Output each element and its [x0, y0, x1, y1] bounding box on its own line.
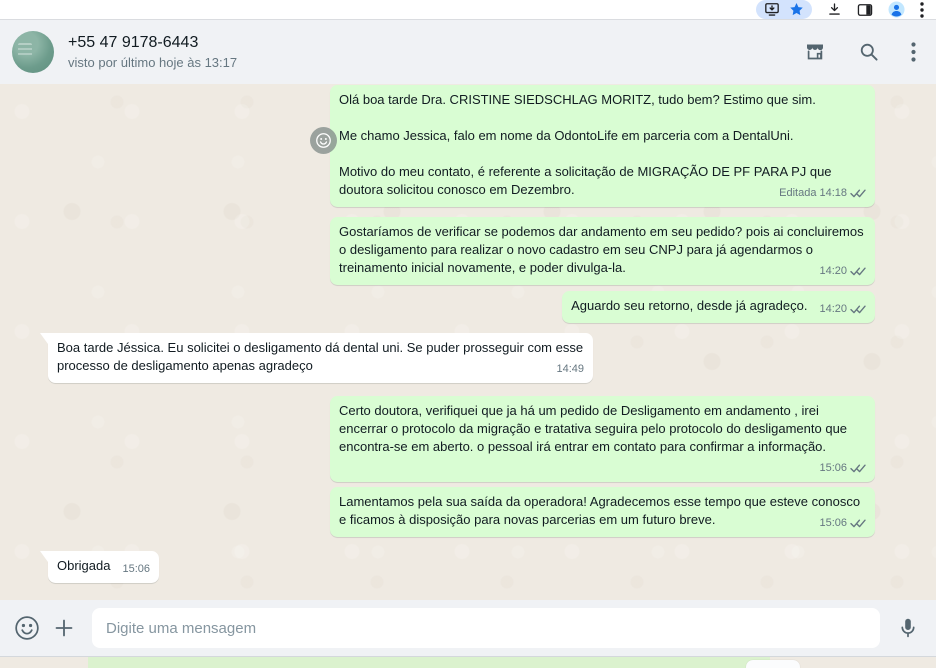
- contact-info[interactable]: +55 47 9178-6443 visto por último hoje à…: [68, 34, 803, 70]
- contact-avatar[interactable]: [12, 31, 54, 73]
- message-text: Certo doutora, verifiquei que ja há um p…: [339, 403, 848, 454]
- message-time: 15:06: [819, 462, 847, 474]
- message-text: Boa tarde Jéssica. Eu solicitei o deslig…: [57, 340, 584, 373]
- search-icon[interactable]: [857, 40, 881, 64]
- outgoing-message-bubble[interactable]: Lamentamos pela sua saída da operadora! …: [330, 487, 875, 537]
- header-actions: [803, 40, 916, 64]
- delivered-ticks-icon: [850, 189, 866, 198]
- message-meta: Editada 14:18: [779, 188, 866, 199]
- outgoing-message-bubble[interactable]: Olá boa tarde Dra. CRISTINE SIEDSCHLAG M…: [330, 85, 875, 207]
- message-meta: 15:06: [819, 463, 866, 474]
- storefront-icon[interactable]: [803, 40, 827, 64]
- message-row: Aguardo seu retorno, desde já agradeço. …: [0, 291, 936, 323]
- chat-header: +55 47 9178-6443 visto por último hoje à…: [0, 20, 936, 84]
- message-text: Motivo do meu contato, é referente a sol…: [339, 164, 832, 197]
- message-meta: 14:20: [819, 304, 866, 315]
- message-meta: 14:20: [819, 266, 866, 277]
- whatsapp-web-window: +55 47 9178-6443 visto por último hoje à…: [0, 0, 936, 668]
- bottom-partial-element: [746, 660, 800, 668]
- react-emoji-button[interactable]: [310, 127, 337, 154]
- message-text: Obrigada: [57, 558, 111, 573]
- message-time: 15:06: [819, 517, 847, 529]
- bottom-partial-bubble: [88, 657, 770, 668]
- last-seen-status: visto por último hoje às 13:17: [68, 55, 238, 70]
- message-row: Gostaríamos de verificar se podemos dar …: [0, 217, 936, 285]
- message-text: Gostaríamos de verificar se podemos dar …: [339, 224, 864, 275]
- kebab-menu-icon[interactable]: [911, 42, 916, 62]
- message-text: Olá boa tarde Dra. CRISTINE SIEDSCHLAG M…: [339, 92, 816, 107]
- message-list[interactable]: Olá boa tarde Dra. CRISTINE SIEDSCHLAG M…: [0, 84, 936, 600]
- incoming-message-bubble[interactable]: Obrigada 15:06: [40, 551, 160, 583]
- bubble-tail: [40, 551, 48, 562]
- browser-profile-icon[interactable]: [888, 1, 905, 18]
- outgoing-message-bubble[interactable]: Gostaríamos de verificar se podemos dar …: [330, 217, 875, 285]
- browser-toolbar: [0, 0, 936, 20]
- browser-menu-icon[interactable]: [920, 1, 924, 18]
- message-time: 14:49: [556, 363, 584, 375]
- message-meta: 15:06: [122, 564, 150, 575]
- edited-label: Editada: [779, 187, 817, 199]
- emoji-icon[interactable]: [14, 615, 40, 641]
- message-row: Certo doutora, verifiquei que ja há um p…: [0, 396, 936, 482]
- message-row: Lamentamos pela sua saída da operadora! …: [0, 487, 936, 537]
- message-text: Me chamo Jessica, falo em nome da Odonto…: [339, 128, 794, 143]
- delivered-ticks-icon: [850, 305, 866, 314]
- message-time: 14:20: [819, 303, 847, 315]
- smiley-icon: [316, 133, 331, 148]
- message-row: Olá boa tarde Dra. CRISTINE SIEDSCHLAG M…: [0, 85, 936, 207]
- message-row: Obrigada 15:06: [0, 551, 936, 583]
- incoming-message-bubble[interactable]: Boa tarde Jéssica. Eu solicitei o deslig…: [40, 333, 593, 383]
- bubble-tail: [40, 333, 48, 344]
- side-panel-icon[interactable]: [857, 3, 873, 17]
- message-meta: 15:06: [819, 518, 866, 529]
- install-app-icon[interactable]: [764, 2, 780, 17]
- message-time: 15:06: [122, 563, 151, 575]
- bottom-partial-message-row: [0, 657, 936, 668]
- outgoing-message-bubble[interactable]: Certo doutora, verifiquei que ja há um p…: [330, 396, 875, 482]
- bookmark-star-icon[interactable]: [789, 2, 804, 17]
- message-input[interactable]: [92, 608, 880, 648]
- address-bar-actions: [756, 0, 812, 19]
- delivered-ticks-icon: [850, 267, 866, 276]
- message-composer: [0, 600, 936, 657]
- outgoing-message-bubble[interactable]: Aguardo seu retorno, desde já agradeço. …: [562, 291, 875, 323]
- contact-name: +55 47 9178-6443: [68, 34, 199, 51]
- message-meta: 14:49: [556, 364, 584, 375]
- message-time: 14:20: [819, 265, 847, 277]
- message-time: 14:18: [819, 187, 847, 199]
- delivered-ticks-icon: [850, 464, 866, 473]
- download-icon[interactable]: [827, 2, 842, 17]
- message-row: Boa tarde Jéssica. Eu solicitei o deslig…: [0, 333, 936, 383]
- message-text: Lamentamos pela sua saída da operadora! …: [339, 494, 861, 527]
- attach-plus-icon[interactable]: [52, 616, 76, 640]
- message-text: Aguardo seu retorno, desde já agradeço.: [571, 298, 808, 313]
- mic-icon[interactable]: [896, 616, 920, 640]
- delivered-ticks-icon: [850, 519, 866, 528]
